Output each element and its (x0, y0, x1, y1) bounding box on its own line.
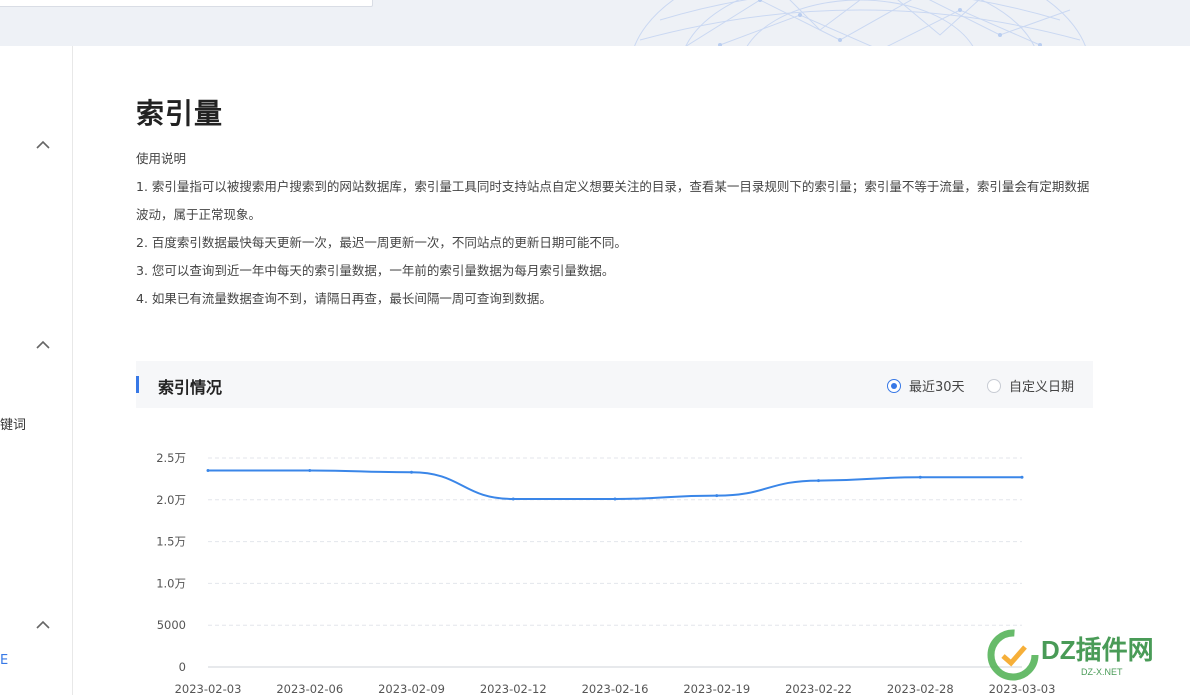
globe-network-decoration (634, 0, 1086, 46)
x-tick-label: 2023-02-22 (785, 682, 852, 695)
x-tick-label: 2023-02-06 (276, 682, 343, 695)
y-tick-label: 0 (179, 660, 186, 674)
usage-item: 3. 您可以查询到近一年中每天的索引量数据，一年前的索引量数据为每月索引量数据。 (136, 263, 615, 278)
usage-item: 2. 百度索引数据最快每天更新一次，最迟一周更新一次，不同站点的更新日期可能不同… (136, 235, 627, 250)
sidebar-item-active[interactable]: E (0, 653, 8, 668)
usage-notes: 使用说明 1. 索引量指可以被搜索用户搜索到的网站数据库，索引量工具同时支持站点… (136, 145, 1096, 313)
data-point (817, 479, 820, 483)
chevron-up-icon[interactable] (34, 338, 52, 352)
radio-last-30-days[interactable]: 最近30天 (887, 376, 965, 395)
data-point (308, 469, 312, 473)
radio-checked-icon (887, 378, 901, 393)
x-tick-label: 2023-02-16 (582, 682, 649, 695)
chevron-up-icon[interactable] (34, 618, 52, 632)
index-line-chart: 0 5000 1.0万 1.5万 2.0万 2.5万 2023-02-03 2023-02-0… (156, 451, 1055, 695)
data-point (410, 470, 413, 474)
data-point (613, 497, 617, 501)
y-tick-label: 1.5万 (156, 535, 186, 549)
usage-item: 1. 索引量指可以被搜索用户搜索到的网站数据库，索引量工具同时支持站点自定义想要… (136, 179, 1090, 222)
dz-plugin-watermark-logo: DZ插件网 DZ-X.NET (987, 629, 1154, 681)
search-input[interactable] (0, 0, 373, 7)
data-point (715, 494, 719, 498)
data-point (918, 475, 922, 479)
panel-accent-bar (136, 376, 139, 393)
y-tick-label: 2.0万 (156, 493, 186, 507)
x-tick-label: 2023-02-12 (480, 682, 547, 695)
data-point (206, 469, 210, 473)
y-tick-label: 1.0万 (156, 576, 186, 590)
usage-item: 4. 如果已有流量数据查询不到，请隔日再查，最长间隔一周可查询到数据。 (136, 291, 552, 306)
page-title: 索引量 (136, 97, 224, 130)
left-sidebar: 键词 E (0, 46, 73, 695)
radio-custom-date[interactable]: 自定义日期 (987, 376, 1074, 395)
x-tick-label: 2023-02-28 (887, 682, 954, 695)
panel-title: 索引情况 (158, 378, 223, 397)
x-tick-label: 2023-02-19 (683, 682, 750, 695)
usage-heading: 使用说明 (136, 151, 187, 166)
y-tick-label: 2.5万 (156, 451, 186, 465)
x-tick-label: 2023-02-03 (175, 682, 242, 695)
svg-text:DZ-X.NET: DZ-X.NET (1081, 667, 1123, 677)
series-line (208, 469, 1022, 500)
data-point (511, 497, 515, 501)
sidebar-item-keywords[interactable]: 键词 (0, 414, 26, 433)
top-banner (0, 0, 1190, 46)
x-tick-label: 2023-02-09 (378, 682, 445, 695)
radio-label: 自定义日期 (1009, 380, 1075, 395)
chevron-up-icon[interactable] (34, 138, 52, 152)
data-point (1020, 475, 1024, 479)
index-panel-header: 索引情况 最近30天 自定义日期 (136, 361, 1093, 408)
svg-text:DZ插件网: DZ插件网 (1041, 635, 1154, 665)
radio-label: 最近30天 (909, 380, 965, 395)
y-tick-label: 5000 (157, 618, 186, 632)
radio-unchecked-icon (987, 378, 1001, 393)
